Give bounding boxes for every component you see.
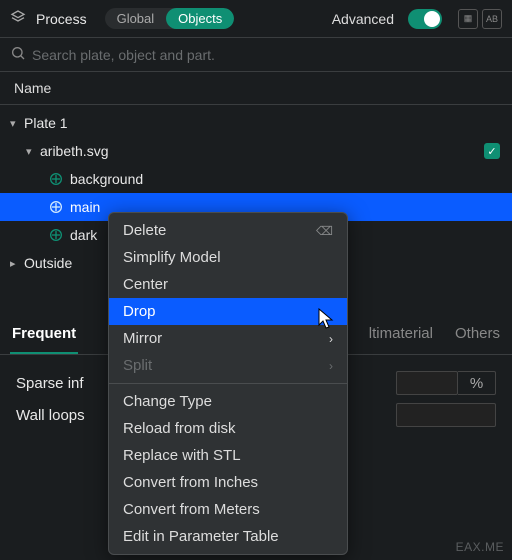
panel-layout-icon[interactable]: ▦ — [458, 9, 478, 29]
checkbox-checked-icon[interactable]: ✓ — [484, 143, 500, 159]
menu-item-label: Simplify Model — [123, 249, 221, 266]
advanced-label: Advanced — [332, 11, 394, 27]
menu-separator — [109, 383, 347, 384]
tree-label: main — [70, 199, 100, 215]
menu-item-label: Change Type — [123, 393, 212, 410]
chevron-down-icon: ▾ — [26, 145, 40, 158]
menu-item-label: Mirror — [123, 330, 162, 347]
menu-item-label: Drop — [123, 303, 156, 320]
menu-item-convert-from-inches[interactable]: Convert from Inches — [109, 469, 347, 496]
scope-global[interactable]: Global — [105, 8, 167, 29]
backspace-icon: ⌫ — [316, 224, 333, 238]
object-icon — [48, 199, 64, 215]
menu-item-label: Split — [123, 357, 152, 374]
search-input[interactable] — [32, 47, 502, 63]
menu-item-edit-in-parameter-table[interactable]: Edit in Parameter Table — [109, 523, 347, 550]
watermark: EAX.ME — [456, 540, 504, 554]
tree-label: background — [70, 171, 143, 187]
sparse-infill-input[interactable] — [396, 371, 458, 395]
column-header-name: Name — [0, 72, 512, 105]
object-icon — [48, 171, 64, 187]
scope-segmented: Global Objects — [105, 8, 235, 29]
chevron-down-icon: ▾ — [10, 117, 24, 130]
menu-item-mirror[interactable]: Mirror › — [109, 325, 347, 352]
tab-frequent[interactable]: Frequent — [10, 317, 78, 354]
tree-label: dark — [70, 227, 97, 243]
menu-item-label: Reload from disk — [123, 420, 236, 437]
advanced-toggle[interactable] — [408, 9, 442, 29]
tree-label: aribeth.svg — [40, 143, 108, 159]
cursor-icon — [318, 308, 336, 333]
menu-item-split: Split › — [109, 352, 347, 379]
layers-icon — [10, 9, 26, 28]
menu-item-label: Replace with STL — [123, 447, 241, 464]
compare-icon[interactable]: AB — [482, 9, 502, 29]
search-row — [0, 38, 512, 72]
menu-item-center[interactable]: Center — [109, 271, 347, 298]
search-icon — [10, 45, 26, 64]
context-menu: Delete⌫Simplify ModelCenterDropMirror›Sp… — [108, 212, 348, 555]
menu-item-label: Convert from Inches — [123, 474, 258, 491]
chevron-right-icon: › — [329, 359, 333, 373]
top-bar: Process Global Objects Advanced ▦ AB — [0, 0, 512, 38]
chevron-right-icon: ▸ — [10, 257, 24, 270]
menu-item-label: Delete — [123, 222, 166, 239]
tree-label: Plate 1 — [24, 115, 68, 131]
menu-item-convert-from-meters[interactable]: Convert from Meters — [109, 496, 347, 523]
menu-item-label: Center — [123, 276, 168, 293]
object-icon — [48, 227, 64, 243]
menu-item-replace-with-stl[interactable]: Replace with STL — [109, 442, 347, 469]
tab-others[interactable]: Others — [453, 317, 502, 354]
menu-item-change-type[interactable]: Change Type — [109, 388, 347, 415]
panel-title: Process — [36, 11, 87, 27]
tree-plate[interactable]: ▾ Plate 1 — [0, 109, 512, 137]
menu-item-label: Convert from Meters — [123, 501, 260, 518]
tab-multimaterial[interactable]: ltimaterial — [367, 317, 435, 354]
menu-item-label: Edit in Parameter Table — [123, 528, 279, 545]
scope-objects[interactable]: Objects — [166, 8, 234, 29]
wall-loops-input[interactable] — [396, 403, 496, 427]
menu-item-simplify-model[interactable]: Simplify Model — [109, 244, 347, 271]
menu-item-delete[interactable]: Delete ⌫ — [109, 217, 347, 244]
tree-item[interactable]: background — [0, 165, 512, 193]
chevron-right-icon: › — [329, 332, 333, 346]
menu-item-drop[interactable]: Drop — [109, 298, 347, 325]
tree-file[interactable]: ▾ aribeth.svg ✓ — [0, 137, 512, 165]
unit-label: % — [458, 371, 496, 395]
tree-label: Outside — [24, 255, 72, 271]
menu-item-reload-from-disk[interactable]: Reload from disk — [109, 415, 347, 442]
